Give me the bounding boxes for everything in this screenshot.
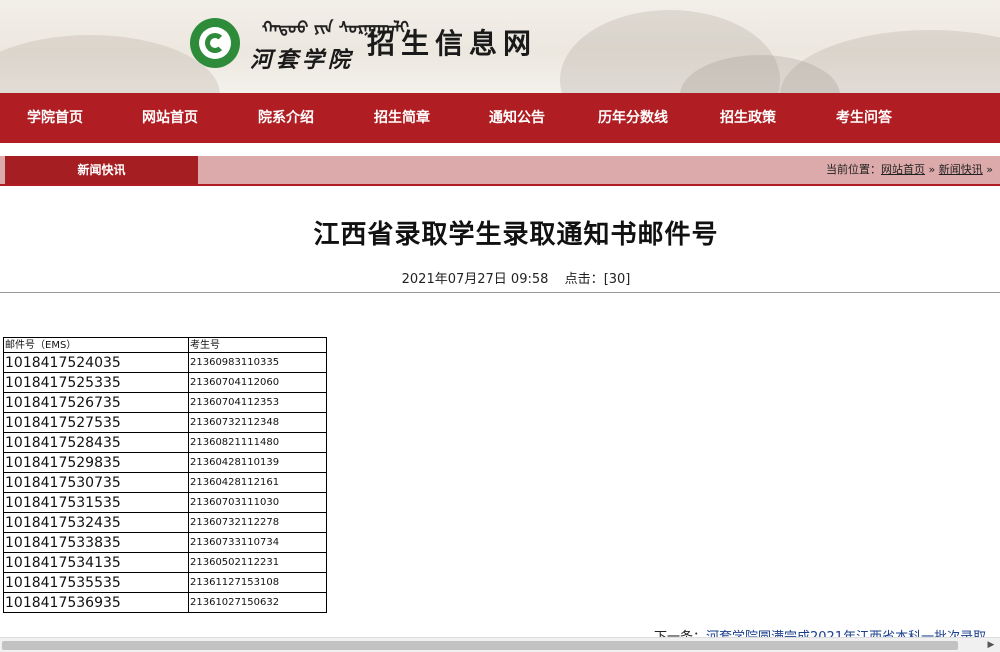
school-logo-icon[interactable] <box>190 18 240 68</box>
table-row: 1018417527535 21360732112348 <box>3 412 327 433</box>
article-divider <box>0 292 1000 293</box>
table-row: 1018417536935 21361027150632 <box>3 592 327 613</box>
ems-number: 1018417530735 <box>3 472 189 493</box>
exam-number: 21360983110335 <box>188 352 327 373</box>
scrollbar-thumb[interactable] <box>2 641 958 650</box>
table-row: 1018417531535 21360703111030 <box>3 492 327 513</box>
click-count-label: 点击： <box>564 272 604 287</box>
column-header-exam-number: 考生号 <box>188 337 327 353</box>
nav-item-site-home[interactable]: 网站首页 <box>120 93 220 143</box>
section-bar: 新闻快讯 当前位置：网站首页 » 新闻快讯 » <box>0 156 1000 184</box>
ems-number: 1018417535535 <box>3 572 189 593</box>
ems-number: 1018417529835 <box>3 452 189 473</box>
table-row: 1018417534135 21360502112231 <box>3 552 327 573</box>
nav-item-qa[interactable]: 考生问答 <box>814 93 914 143</box>
table-row: 1018417525335 21360704112060 <box>3 372 327 393</box>
click-count: [30] <box>603 272 631 287</box>
article-meta: 2021年07月27日 09:58 点击：[30] <box>0 268 1000 287</box>
school-name: 河套学院 <box>250 47 355 73</box>
ems-number: 1018417525335 <box>3 372 189 393</box>
exam-number: 21360704112353 <box>188 392 327 413</box>
exam-number: 21360821111480 <box>188 432 327 453</box>
exam-number: 21360732112348 <box>188 412 327 433</box>
ems-number: 1018417524035 <box>3 352 189 373</box>
breadcrumb: 当前位置：网站首页 » 新闻快讯 » <box>826 156 993 184</box>
table-row: 1018417535535 21361127153108 <box>3 572 327 593</box>
exam-number: 21360703111030 <box>188 492 327 513</box>
exam-number: 21360502112231 <box>188 552 327 573</box>
table-row: 1018417528435 21360821111480 <box>3 432 327 453</box>
column-header-ems: 邮件号（EMS） <box>3 337 189 353</box>
nav-item-past-scores[interactable]: 历年分数线 <box>583 93 683 143</box>
ems-number: 1018417531535 <box>3 492 189 513</box>
exam-number: 21360704112060 <box>188 372 327 393</box>
article-date: 2021年07月27日 09:58 <box>401 272 549 287</box>
nav-item-admission-guide[interactable]: 招生简章 <box>352 93 452 143</box>
ems-number: 1018417527535 <box>3 412 189 433</box>
table-row: 1018417526735 21360704112353 <box>3 392 327 413</box>
mountain-decoration <box>0 35 220 93</box>
exam-number: 21361127153108 <box>188 572 327 593</box>
site-header: ᠬᠠᠲᠣᠣ ᠶᠢᠨ ᠰᠤᠷᠭᠠᠭᠤᠯᠢ 河套学院 招生信息网 <box>0 0 1000 93</box>
section-tab-news[interactable]: 新闻快讯 <box>5 156 198 184</box>
section-bar-underline <box>0 184 1000 186</box>
article-title: 江西省录取学生录取通知书邮件号 <box>313 220 719 250</box>
nav-item-departments[interactable]: 院系介绍 <box>236 93 336 143</box>
breadcrumb-separator: » <box>982 163 993 176</box>
exam-number: 21360428112161 <box>188 472 327 493</box>
ems-table: 邮件号（EMS） 考生号 1018417524035 21360983110335… <box>3 337 327 613</box>
ems-number: 1018417528435 <box>3 432 189 453</box>
nav-item-college-home[interactable]: 学院首页 <box>5 93 105 143</box>
exam-number: 21360733110734 <box>188 532 327 553</box>
ems-number: 1018417526735 <box>3 392 189 413</box>
nav-item-policies[interactable]: 招生政策 <box>698 93 798 143</box>
nav-item-notices[interactable]: 通知公告 <box>467 93 567 143</box>
breadcrumb-label: 当前位置： <box>826 163 881 176</box>
breadcrumb-section-link[interactable]: 新闻快讯 <box>939 163 983 176</box>
ems-number: 1018417532435 <box>3 512 189 533</box>
ems-number: 1018417534135 <box>3 552 189 573</box>
table-header-row: 邮件号（EMS） 考生号 <box>3 337 327 353</box>
exam-number: 21360428110139 <box>188 452 327 473</box>
ems-number: 1018417533835 <box>3 532 189 553</box>
table-row: 1018417524035 21360983110335 <box>3 352 327 373</box>
logo-emblem <box>205 33 225 53</box>
exam-number: 21361027150632 <box>188 592 327 613</box>
breadcrumb-separator: » <box>925 163 939 176</box>
main-nav: 学院首页 网站首页 院系介绍 招生简章 通知公告 历年分数线 招生政策 考生问答 <box>0 93 1000 143</box>
table-row: 1018417529835 21360428110139 <box>3 452 327 473</box>
scroll-right-icon[interactable]: ▶ <box>984 639 998 652</box>
table-row: 1018417532435 21360732112278 <box>3 512 327 533</box>
breadcrumb-home-link[interactable]: 网站首页 <box>881 163 925 176</box>
exam-number: 21360732112278 <box>188 512 327 533</box>
site-name: 招生信息网 <box>367 27 538 60</box>
table-row: 1018417533835 21360733110734 <box>3 532 327 553</box>
horizontal-scrollbar[interactable]: ▶ <box>0 637 1000 652</box>
ems-number: 1018417536935 <box>3 592 189 613</box>
table-row: 1018417530735 21360428112161 <box>3 472 327 493</box>
